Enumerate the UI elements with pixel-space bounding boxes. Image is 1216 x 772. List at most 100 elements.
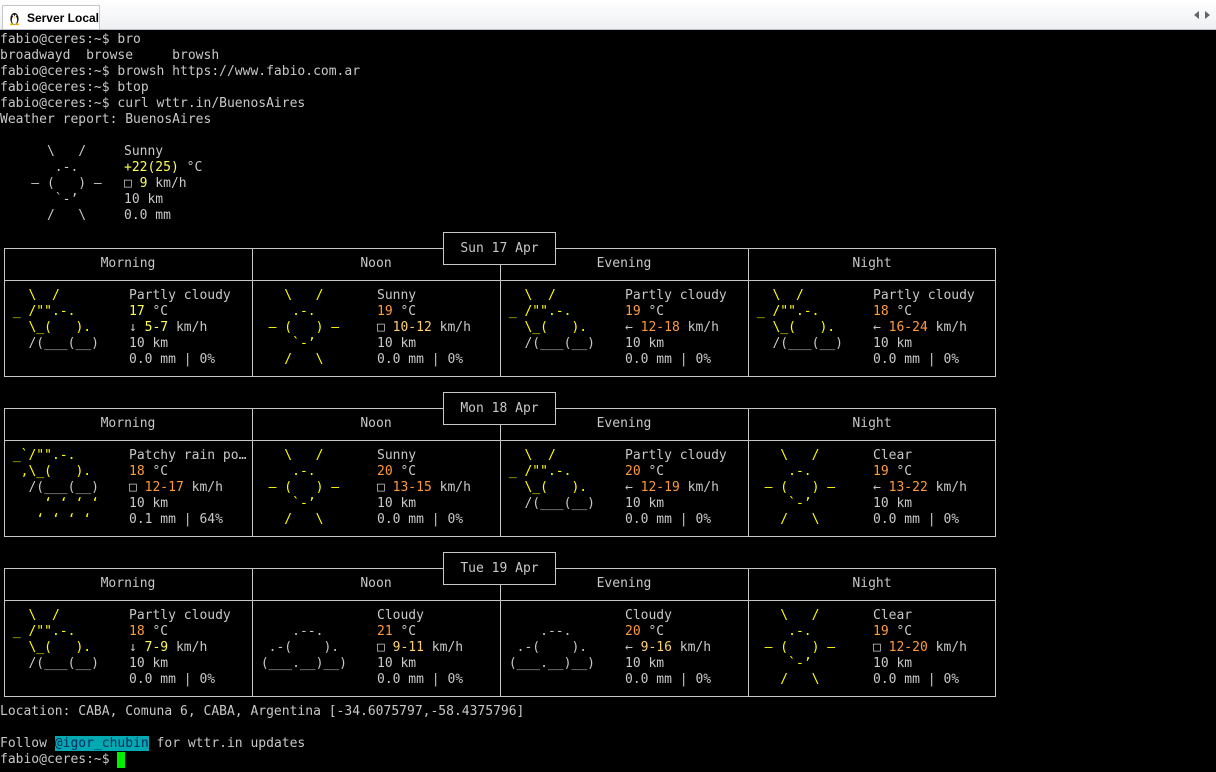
terminal-line: fabio@ceres:~$ browsh https://www.fabio.… (0, 64, 361, 79)
icon-art-segment: .--. (253, 624, 324, 639)
temperature: 19 °C (873, 464, 997, 480)
temperature-value: 19 (625, 304, 641, 319)
forecast-cell: _`/"".-. ,\_( ). /(___(__) ‘ ‘ ‘ ‘ ‘ ‘ ‘… (5, 448, 252, 528)
icon-art-line: \ / (749, 448, 873, 464)
forecast-cell: \ / _ /"".-. \_( ). /(___(__) Partly clou… (5, 288, 252, 368)
wind: ← 12-18 km/h (625, 320, 749, 336)
icon-art-line: /(___(__) (749, 336, 873, 352)
wind-unit: km/h (183, 480, 223, 495)
wind-value: 12-19 (640, 480, 680, 495)
current-weather: \ / .-. ― ( ) ― `-’ / \ Sunny +22(25) °C… (0, 144, 260, 224)
icon-art-line: \_( ). (501, 480, 625, 496)
temperature-value: 17 (129, 304, 145, 319)
icon-art-line: ,\_( ). (5, 464, 129, 480)
temperature-value: 21 (377, 624, 393, 639)
sun-icon: \ / .-. ― ( ) ― `-’ / \ (253, 288, 377, 368)
icon-art-line: _ /"".-. (501, 304, 625, 320)
temperature-unit: °C (888, 464, 913, 479)
tab-server-local[interactable]: Server Local (2, 5, 100, 29)
icon-art-line: \_( ). (501, 320, 625, 336)
prompt-line[interactable]: fabio@ceres:~$ (0, 752, 126, 768)
precipitation: 0.0 mm | 0% (377, 352, 464, 367)
wind: ↓ 7-9 km/h (129, 640, 253, 656)
wind-unit: km/h (927, 320, 967, 335)
icon-art-segment: \ / (749, 288, 804, 303)
icon-art-line: .--. (253, 624, 377, 640)
temperature: 20 °C (377, 464, 501, 480)
location-line: Location: CABA, Comuna 6, CABA, Argentin… (0, 704, 525, 719)
forecast-cell: \ / _ /"".-. \_( ). /(___(__) Partly clou… (5, 608, 252, 688)
icon-art-segment: `-’ (749, 656, 812, 671)
temperature: 18 °C (129, 464, 253, 480)
icon-art-segment: .-. (253, 464, 316, 479)
temperature-unit: °C (392, 464, 417, 479)
precipitation: 0.0 mm | 0% (873, 352, 960, 367)
icon-art-line: ― ( ) ― (749, 480, 873, 496)
temperature: 20 °C (625, 464, 749, 480)
icon-art-segment: \ / (253, 448, 324, 463)
tab-scroll-left-icon[interactable] (1194, 11, 1199, 19)
forecast-details: Partly cloudy 19 °C ← 12-18 km/h 10 km 0.0 m… (625, 288, 749, 368)
forecast-cell: \ / _ /"".-. \_( ). /(___(__) Partly clou… (749, 288, 996, 368)
icon-art-line: ― ( ) ― (749, 640, 873, 656)
icon-art-line: \_( ). (5, 640, 129, 656)
visibility: 10 km (873, 656, 913, 671)
icon-art-segment: / \ (253, 512, 324, 527)
icon-art-segment: ― ( ) ― (749, 480, 836, 495)
icon-art-line (501, 672, 625, 688)
condition: Partly cloudy (625, 448, 727, 463)
twitter-handle-link[interactable]: @igor_chubin (54, 736, 149, 751)
terminal-area[interactable]: fabio@ceres:~$ bro broadwayd browse brow… (0, 30, 1216, 772)
icon-art-line: _ /"".-. (501, 464, 625, 480)
forecast-details: Partly cloudy 17 °C ↓ 5-7 km/h 10 km 0.0 mm … (129, 288, 253, 368)
icon-art-segment: \ / (501, 448, 556, 463)
visibility: 10 km (377, 496, 417, 511)
icon-art-line: _`/"".-. (5, 448, 129, 464)
forecast-details: Cloudy 20 °C ← 9-16 km/h 10 km 0.0 mm | 0% (625, 608, 749, 688)
icon-art-line: (___.__)__) (253, 656, 377, 672)
icon-art-segment: _`/"".-. (5, 448, 76, 463)
sun-icon: \ / .-. ― ( ) ― `-’ / \ (253, 448, 377, 528)
temperature-unit: °C (888, 624, 913, 639)
date-label: Mon 18 Apr (443, 392, 556, 425)
temperature: 19 °C (625, 304, 749, 320)
temperature-unit: °C (144, 464, 169, 479)
terminal-cursor (117, 752, 126, 768)
terminal-line: broadwayd browse browsh (0, 48, 220, 63)
wind-value: 5-7 (144, 320, 169, 335)
forecast-details: Patchy rain po… 18 °C □ 12-17 km/h 10 km 0.1… (129, 448, 253, 528)
current-precip: 0.0 mm (124, 208, 171, 223)
cloud-icon: .--. .-( ). (___.__)__) (253, 608, 377, 688)
icon-art-line: \ / (253, 448, 377, 464)
forecast-details: Partly cloudy 18 °C ↓ 7-9 km/h 10 km 0.0 mm … (129, 608, 253, 688)
temperature: 19 °C (377, 304, 501, 320)
visibility: 10 km (129, 336, 169, 351)
temperature-unit: °C (144, 304, 169, 319)
temperature-value: 18 (129, 464, 145, 479)
precipitation: 0.1 mm | 64% (129, 512, 223, 527)
icon-art-segment: _ /"".-. (501, 304, 572, 319)
visibility: 10 km (873, 336, 913, 351)
precipitation: 0.0 mm | 0% (625, 352, 712, 367)
icon-art-line: .-( ). (253, 640, 377, 656)
tab-scroll-right-icon[interactable] (1205, 11, 1210, 19)
visibility: 10 km (625, 656, 665, 671)
icon-art-line: _ /"".-. (5, 624, 129, 640)
icon-art-line: _ /"".-. (749, 304, 873, 320)
icon-art-segment: ― ( ) ― (253, 480, 340, 495)
icon-art-segment: \ / (501, 288, 556, 303)
current-visibility: 10 km (124, 192, 164, 207)
icon-art-segment: /(___(__) (5, 656, 99, 671)
wind-unit: km/h (679, 320, 719, 335)
icon-art-line (5, 352, 129, 368)
cloud-icon: .--. .-( ). (___.__)__) (501, 608, 625, 688)
wind: ← 12-19 km/h (625, 480, 749, 496)
icon-art-segment: _ /"".-. (501, 464, 572, 479)
icon-art-segment: \_( ). (5, 640, 92, 655)
prompt: fabio@ceres:~$ (0, 752, 118, 767)
icon-art-line: `-’ (253, 336, 377, 352)
icon-art-line: \ / (749, 288, 873, 304)
condition: Sunny (377, 288, 417, 303)
